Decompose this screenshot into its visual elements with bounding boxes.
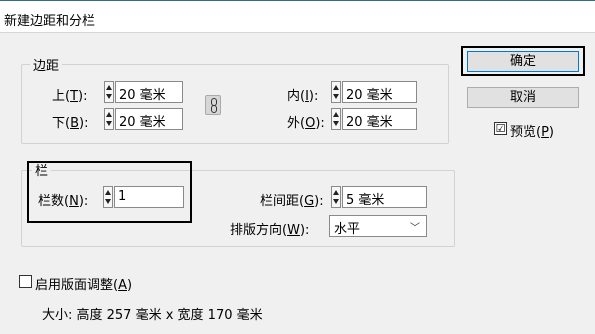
preview-label[interactable]: 预览(P) (510, 121, 554, 140)
column-number-field[interactable]: 1 (114, 186, 184, 208)
direction-label: 排版方向(W): (230, 223, 310, 238)
bottom-margin-field[interactable]: 20 毫米 (115, 108, 183, 130)
column-number-label: 栏数(N): (38, 194, 89, 209)
top-margin-label: 上(T): (52, 89, 88, 104)
direction-select[interactable]: 水平 ﹀ (329, 215, 427, 237)
cancel-button[interactable]: 取消 (467, 87, 579, 108)
bottom-margin-stepper[interactable] (104, 108, 114, 130)
chevron-down-icon: ﹀ (410, 223, 420, 234)
outside-margin-stepper[interactable] (331, 108, 341, 130)
margins-group (21, 64, 449, 144)
gutter-stepper[interactable] (331, 186, 341, 208)
chain-link-icon[interactable] (205, 95, 221, 115)
column-number-stepper[interactable] (103, 186, 113, 208)
preview-checkbox[interactable]: ☑ (494, 122, 507, 135)
inside-margin-label: 内(I): (287, 89, 319, 104)
size-info-text: 大小: 高度 257 毫米 x 宽度 170 毫米 (42, 308, 263, 323)
inside-margin-stepper[interactable] (331, 81, 341, 103)
layout-adjust-label[interactable]: 启用版面调整(A) (35, 274, 132, 293)
top-margin-field[interactable]: 20 毫米 (115, 81, 183, 103)
gutter-field[interactable]: 5 毫米 (342, 186, 427, 208)
bottom-margin-label: 下(B): (52, 116, 89, 131)
inside-margin-field[interactable]: 20 毫米 (342, 81, 417, 103)
dialog-title: 新建边距和分栏 (4, 14, 96, 29)
margins-group-title: 边距 (30, 55, 63, 74)
layout-adjust-checkbox[interactable] (19, 275, 32, 288)
title-bar: 新建边距和分栏 (0, 0, 595, 33)
outside-margin-field[interactable]: 20 毫米 (342, 108, 417, 130)
ok-button[interactable]: 确定 (467, 51, 579, 72)
gutter-label: 栏间距(G): (260, 194, 324, 209)
top-margin-stepper[interactable] (104, 81, 114, 103)
outside-margin-label: 外(O): (287, 116, 325, 131)
